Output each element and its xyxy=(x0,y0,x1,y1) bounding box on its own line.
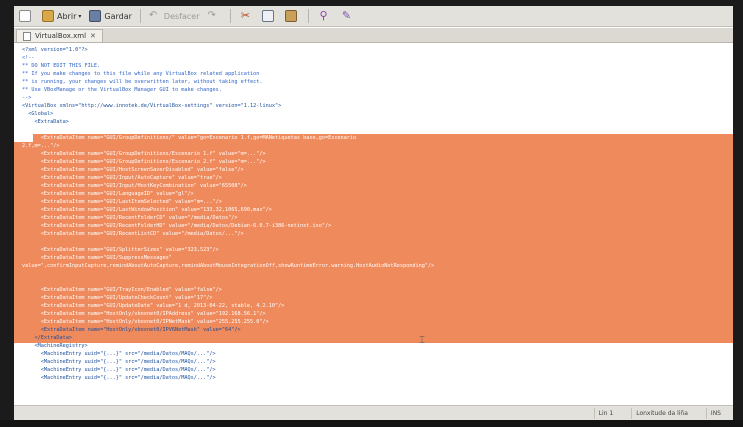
code-line: value=",confirmInputCapture,remindAboutA… xyxy=(22,263,435,269)
save-label: Gardar xyxy=(104,11,132,21)
code-line: <MachineEntry uuid="{...}" src="/media/D… xyxy=(22,367,216,373)
paste-button[interactable] xyxy=(282,7,303,25)
find-icon: ⚲ xyxy=(319,9,328,22)
code-line: ** DO NOT EDIT THIS FILE. xyxy=(22,63,101,69)
code-line: <ExtraDataItem name="GUI/TrayIcon/Enable… xyxy=(22,287,222,293)
document-icon xyxy=(23,31,31,41)
new-document-button[interactable] xyxy=(16,7,37,25)
replace-button[interactable]: ✎ xyxy=(337,7,358,25)
chevron-down-icon: ▾ xyxy=(78,12,82,20)
code-line: <ExtraDataItem name="GUI/Input/AutoCaptu… xyxy=(22,175,222,181)
code-line: <ExtraDataItem name="GUI/GroupDefinition… xyxy=(22,159,266,165)
open-button[interactable]: Abrir ▾ xyxy=(39,7,84,25)
replace-icon: ✎ xyxy=(341,9,352,22)
code-line: <ExtraDataItem name="GUI/LastItemSelecte… xyxy=(22,199,222,205)
status-insert-mode[interactable]: INS xyxy=(705,407,725,419)
code-line: <ExtraDataItem name="GUI/GroupDefinition… xyxy=(22,151,266,157)
code-line: <ExtraDataItem name="HostOnly/vboxnet0/I… xyxy=(22,311,266,317)
code-line: 2.f,m=..."/> xyxy=(22,143,60,149)
status-line: Lin 1 xyxy=(593,407,618,419)
folder-icon xyxy=(42,10,54,22)
code-line: ** Use VBoxManage or the VirtualBox Mana… xyxy=(22,87,222,93)
undo-label: Desfacer xyxy=(163,11,200,21)
code-line: <ExtraDataItem name="GUI/DetailsPageBoxe… xyxy=(22,127,463,133)
find-button[interactable]: ⚲ xyxy=(314,7,335,25)
cut-button[interactable]: ✂ xyxy=(236,7,257,25)
code-line: <ExtraData> xyxy=(22,119,69,125)
open-label: Abrir xyxy=(57,11,77,21)
undo-icon: ↶ xyxy=(148,10,158,21)
status-position: Lonxitude da liña xyxy=(631,407,692,419)
toolbar-separator xyxy=(308,9,310,23)
redo-icon: ↷ xyxy=(207,10,216,21)
code-line: <ExtraDataItem name="HostOnly/vboxnet0/I… xyxy=(22,327,241,333)
code-line: <ExtraDataItem name="HostOnly/vboxnet0/I… xyxy=(22,319,269,325)
code-line: <ExtraDataItem name="GUI/RecentFolderCD"… xyxy=(22,215,238,221)
copy-icon xyxy=(262,10,275,22)
cut-icon: ✂ xyxy=(240,9,251,22)
code-line: <ExtraDataItem name="GUI/UpdateCheckCoun… xyxy=(22,295,213,301)
code-line: ** is running, your changes will be over… xyxy=(22,79,263,85)
screen-frame-bottom xyxy=(0,420,743,427)
screen-frame-left xyxy=(0,0,14,427)
code-line: <ExtraDataItem name="GUI/HostScreenSaver… xyxy=(22,167,244,173)
code-line: <MachineEntry uuid="{...}" src="/media/D… xyxy=(22,375,216,381)
code-line: <MachineEntry uuid="{...}" src="/media/D… xyxy=(22,351,216,357)
toolbar-separator xyxy=(139,9,141,23)
document-tabbar: VirtualBox.xml ✕ xyxy=(14,28,733,43)
toolbar-separator xyxy=(230,9,232,23)
code-editor[interactable]: <?xml version="1.0"?> <!-- ** DO NOT EDIT … xyxy=(14,43,733,405)
code-line: <?xml version="1.0"?> xyxy=(22,47,88,53)
code-line: <MachineRegistry> xyxy=(22,343,88,349)
save-button[interactable]: Gardar xyxy=(86,7,135,25)
redo-button[interactable]: ↷ xyxy=(204,7,225,25)
text-editor-window: Abrir ▾ Gardar ↶ Desfacer ↷ ✂ ⚲ ✎ Virtua… xyxy=(14,6,733,420)
code-line: <ExtraDataItem name="GUI/RecentListCD" v… xyxy=(22,231,244,237)
code-line: <ExtraDataItem name="GUI/LanguageID" val… xyxy=(22,191,194,197)
new-document-icon xyxy=(19,10,31,22)
code-line: <ExtraDataItem name="GUI/GroupDefinition… xyxy=(22,135,357,141)
code-line: <MachineEntry uuid="{...}" src="/media/D… xyxy=(22,359,216,365)
code-line: <ExtraDataItem name="GUI/Input/HostKeyCo… xyxy=(22,183,247,189)
code-line: <ExtraDataItem name="GUI/LastWindowPosit… xyxy=(22,207,272,213)
copy-button[interactable] xyxy=(259,7,280,25)
toolbar: Abrir ▾ Gardar ↶ Desfacer ↷ ✂ ⚲ ✎ xyxy=(14,6,733,27)
code-line: --> xyxy=(22,95,32,101)
tab-label: VirtualBox.xml xyxy=(35,31,87,40)
code-line: <!-- xyxy=(22,55,35,61)
screen-frame-right xyxy=(733,0,743,427)
code-line: <ExtraDataItem name="GUI/SplitterSizes" … xyxy=(22,247,219,253)
paste-icon xyxy=(285,10,298,22)
mouse-cursor-icon: ⌶ xyxy=(419,335,425,346)
close-icon[interactable]: ✕ xyxy=(90,30,96,43)
undo-button[interactable]: ↶ Desfacer xyxy=(146,7,203,25)
save-icon xyxy=(89,10,102,22)
code-line: <ExtraDataItem name="GUI/RecentFolderHD"… xyxy=(22,223,332,229)
tab-virtualbox-xml[interactable]: VirtualBox.xml ✕ xyxy=(16,29,103,42)
status-bar: Lin 1 Lonxitude da liña INS xyxy=(14,405,733,420)
code-line: <VirtualBox xmlns="http://www.innotek.de… xyxy=(22,103,282,109)
code-line: ** If you make changes to this file whil… xyxy=(22,71,260,77)
code-line: <Global> xyxy=(22,111,54,117)
code-line: </ExtraData> xyxy=(22,335,72,341)
code-line: <ExtraDataItem name="GUI/SuppressMessage… xyxy=(22,255,172,261)
code-line: <ExtraDataItem name="GUI/UpdateDate" val… xyxy=(22,303,285,309)
